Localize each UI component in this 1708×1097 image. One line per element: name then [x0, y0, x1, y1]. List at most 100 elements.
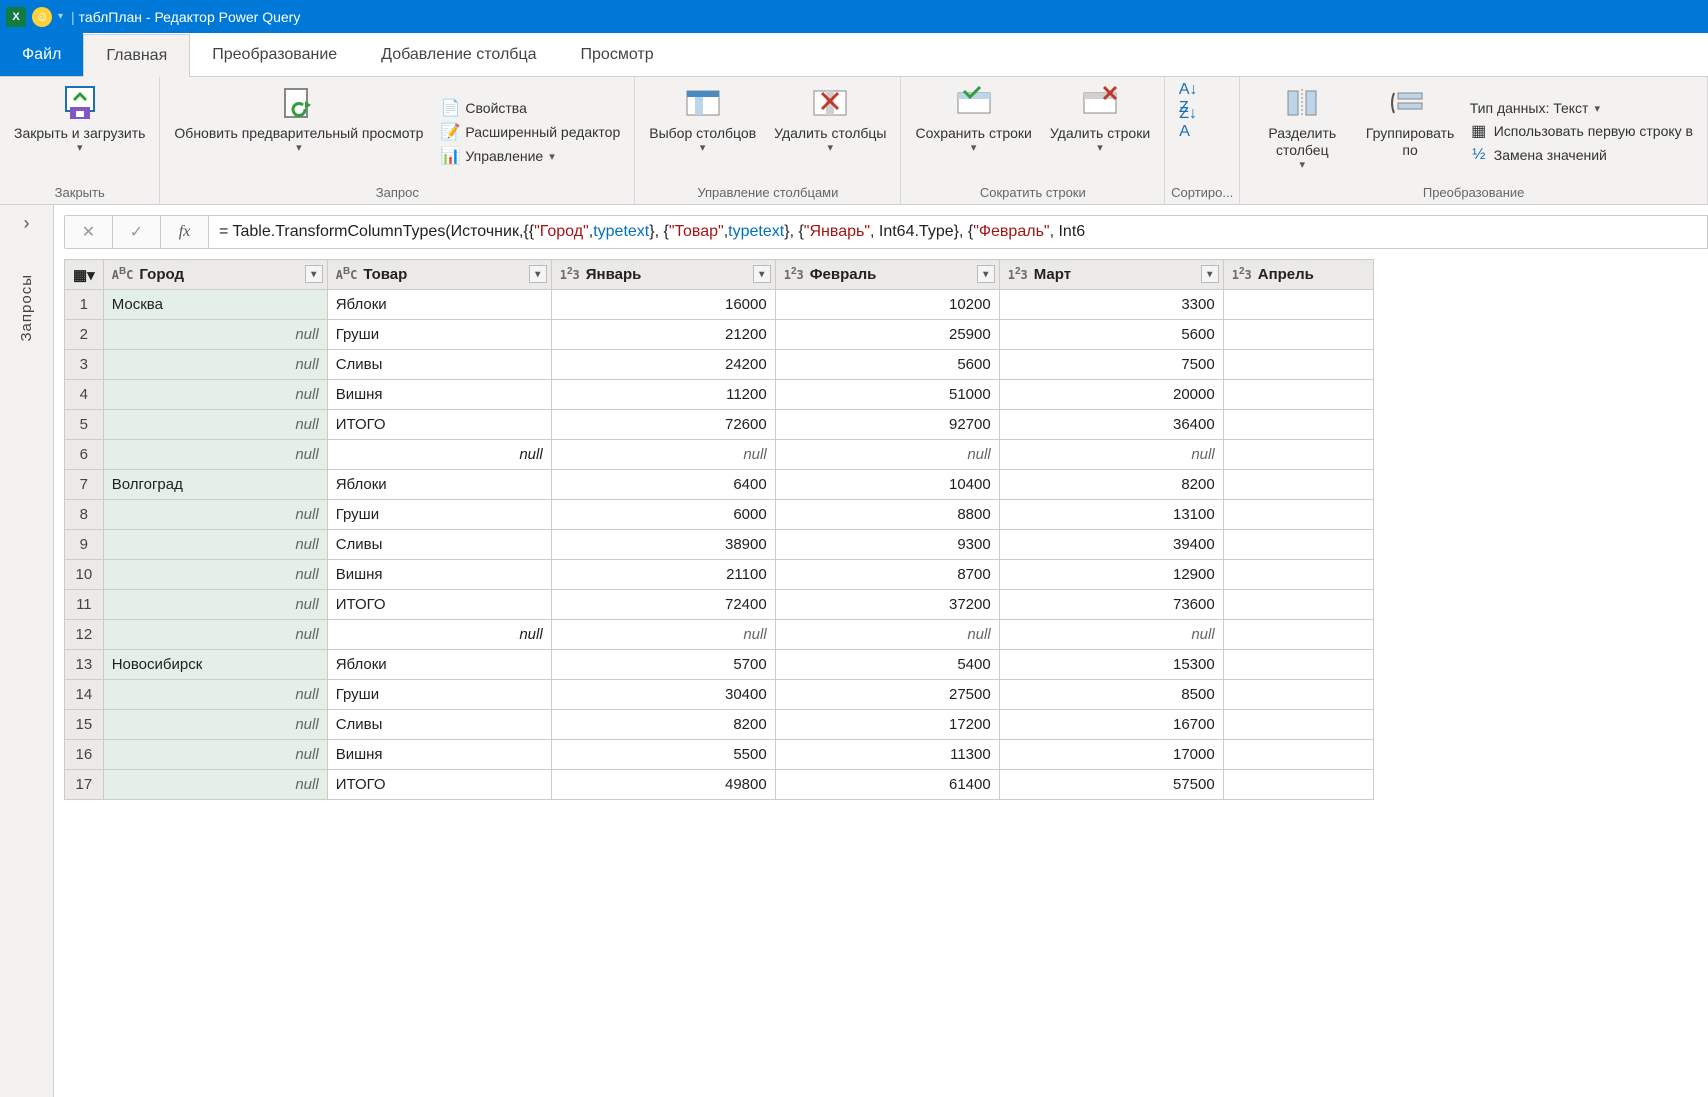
- cell[interactable]: 3300: [999, 290, 1223, 320]
- cell[interactable]: null: [999, 620, 1223, 650]
- cell[interactable]: null: [103, 440, 327, 470]
- cell[interactable]: 8200: [551, 710, 775, 740]
- keep-rows-button[interactable]: Сохранить строки: [907, 81, 1039, 183]
- cell[interactable]: 16000: [551, 290, 775, 320]
- row-number[interactable]: 13: [65, 650, 104, 680]
- row-number[interactable]: 12: [65, 620, 104, 650]
- cell[interactable]: ИТОГО: [327, 410, 551, 440]
- cell[interactable]: [1223, 320, 1373, 350]
- cell[interactable]: 12900: [999, 560, 1223, 590]
- cell[interactable]: ИТОГО: [327, 770, 551, 800]
- row-number[interactable]: 14: [65, 680, 104, 710]
- cell[interactable]: Груши: [327, 500, 551, 530]
- cell[interactable]: [1223, 710, 1373, 740]
- column-header-city[interactable]: ABCГород▾: [103, 260, 327, 290]
- cell[interactable]: 10200: [775, 290, 999, 320]
- cell[interactable]: Груши: [327, 320, 551, 350]
- cell[interactable]: 7500: [999, 350, 1223, 380]
- advanced-editor-button[interactable]: 📝Расширенный редактор: [439, 122, 622, 142]
- cell[interactable]: [1223, 440, 1373, 470]
- first-row-headers-button[interactable]: ▦Использовать первую строку в: [1468, 121, 1695, 141]
- data-type-button[interactable]: Тип данных: Текст: [1468, 99, 1695, 117]
- cell[interactable]: 15300: [999, 650, 1223, 680]
- cell[interactable]: 8500: [999, 680, 1223, 710]
- cell[interactable]: [1223, 650, 1373, 680]
- cell[interactable]: null: [103, 590, 327, 620]
- cell[interactable]: [1223, 560, 1373, 590]
- group-by-button[interactable]: Группировать по: [1360, 81, 1459, 183]
- cell[interactable]: Яблоки: [327, 650, 551, 680]
- cell[interactable]: 11300: [775, 740, 999, 770]
- row-number[interactable]: 5: [65, 410, 104, 440]
- cell[interactable]: 49800: [551, 770, 775, 800]
- cell[interactable]: 39400: [999, 530, 1223, 560]
- cell[interactable]: Яблоки: [327, 290, 551, 320]
- refresh-preview-button[interactable]: Обновить предварительный просмотр: [166, 81, 431, 183]
- row-number[interactable]: 11: [65, 590, 104, 620]
- formula-cancel-button[interactable]: ✕: [64, 215, 112, 249]
- expand-queries-button[interactable]: ›: [24, 213, 30, 234]
- cell[interactable]: null: [103, 710, 327, 740]
- cell[interactable]: ИТОГО: [327, 590, 551, 620]
- row-number[interactable]: 7: [65, 470, 104, 500]
- cell[interactable]: null: [551, 620, 775, 650]
- cell[interactable]: [1223, 680, 1373, 710]
- cell[interactable]: Сливы: [327, 710, 551, 740]
- row-number[interactable]: 8: [65, 500, 104, 530]
- cell[interactable]: null: [103, 620, 327, 650]
- cell[interactable]: null: [103, 770, 327, 800]
- cell[interactable]: 36400: [999, 410, 1223, 440]
- cell[interactable]: 6400: [551, 470, 775, 500]
- data-grid[interactable]: ▦▾ ABCГород▾ ABCТовар▾ 123Январь▾ 123Фев…: [64, 259, 1708, 1097]
- row-number[interactable]: 3: [65, 350, 104, 380]
- cell[interactable]: 21100: [551, 560, 775, 590]
- cell[interactable]: 24200: [551, 350, 775, 380]
- cell[interactable]: 72400: [551, 590, 775, 620]
- cell[interactable]: Вишня: [327, 740, 551, 770]
- cell[interactable]: Новосибирск: [103, 650, 327, 680]
- cell[interactable]: 5500: [551, 740, 775, 770]
- cell[interactable]: 30400: [551, 680, 775, 710]
- cell[interactable]: null: [103, 530, 327, 560]
- cell[interactable]: null: [999, 440, 1223, 470]
- cell[interactable]: null: [551, 440, 775, 470]
- cell[interactable]: null: [103, 500, 327, 530]
- cell[interactable]: 92700: [775, 410, 999, 440]
- cell[interactable]: null: [103, 320, 327, 350]
- cell[interactable]: 6000: [551, 500, 775, 530]
- cell[interactable]: 5400: [775, 650, 999, 680]
- remove-columns-button[interactable]: Удалить столбцы: [766, 81, 894, 183]
- cell[interactable]: 51000: [775, 380, 999, 410]
- cell[interactable]: null: [775, 440, 999, 470]
- column-header-march[interactable]: 123Март▾: [999, 260, 1223, 290]
- cell[interactable]: 37200: [775, 590, 999, 620]
- cell[interactable]: null: [103, 350, 327, 380]
- cell[interactable]: 73600: [999, 590, 1223, 620]
- cell[interactable]: 8200: [999, 470, 1223, 500]
- fx-icon[interactable]: fx: [160, 215, 208, 249]
- cell[interactable]: 17200: [775, 710, 999, 740]
- properties-button[interactable]: 📄Свойства: [439, 98, 622, 118]
- cell[interactable]: 8800: [775, 500, 999, 530]
- cell[interactable]: [1223, 500, 1373, 530]
- select-all-corner[interactable]: ▦▾: [65, 260, 104, 290]
- tab-view[interactable]: Просмотр: [559, 33, 676, 76]
- choose-columns-button[interactable]: Выбор столбцов: [641, 81, 764, 183]
- cell[interactable]: 9300: [775, 530, 999, 560]
- tab-file[interactable]: Файл: [0, 33, 83, 76]
- row-number[interactable]: 1: [65, 290, 104, 320]
- cell[interactable]: null: [327, 620, 551, 650]
- cell[interactable]: null: [775, 620, 999, 650]
- row-number[interactable]: 15: [65, 710, 104, 740]
- formula-commit-button[interactable]: ✓: [112, 215, 160, 249]
- remove-rows-button[interactable]: Удалить строки: [1042, 81, 1158, 183]
- cell[interactable]: [1223, 380, 1373, 410]
- cell[interactable]: [1223, 290, 1373, 320]
- cell[interactable]: 20000: [999, 380, 1223, 410]
- cell[interactable]: 17000: [999, 740, 1223, 770]
- cell[interactable]: 8700: [775, 560, 999, 590]
- filter-dropdown-icon[interactable]: ▾: [753, 265, 771, 283]
- cell[interactable]: 13100: [999, 500, 1223, 530]
- cell[interactable]: [1223, 770, 1373, 800]
- cell[interactable]: 5600: [999, 320, 1223, 350]
